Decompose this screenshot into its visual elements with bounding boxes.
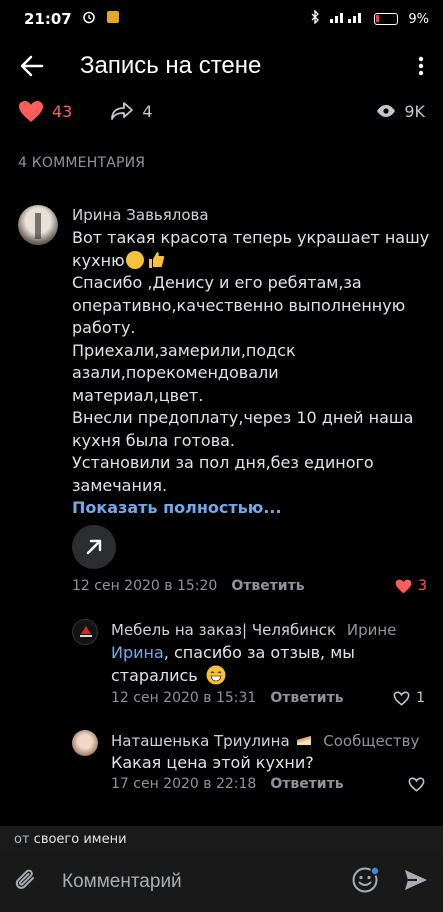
comment-line-with-emoji: кухню [72,250,432,273]
views: 9K [376,102,425,121]
mention-link[interactable]: Ирина [111,643,164,662]
avatar[interactable] [18,205,58,245]
attach-button[interactable] [14,867,38,897]
comment-line: работу. [72,318,136,337]
comment-likes-count: 1 [416,690,425,706]
reply-to[interactable]: Сообществу [323,732,419,750]
reply-button[interactable]: Ответить [231,578,304,594]
shares-count: 4 [142,101,153,121]
author-selector-value: своего имени [33,832,127,847]
comment-likes-count: 3 [418,578,427,594]
comment-line: кухня была готова. [72,430,236,450]
grinning-emoji-icon [206,665,226,685]
comment-meta: 12 сен 2020 в 15:31 Ответить 1 [111,690,425,706]
comment-line: старались [111,665,431,688]
paperclip-icon [15,869,34,889]
send-button[interactable] [403,868,429,896]
star-eyes-emoji-icon [125,250,144,269]
author-selector-prefix: от [14,832,30,847]
comments-count-header: 4 КОММЕНТАРИЯ [18,155,146,171]
likes-count: 43 [52,101,73,121]
comment-line: замечания. [72,475,168,495]
comment-date: 17 сен 2020 в 22:18 [111,776,257,792]
comment-line: Спасибо ,Денису и его ребятам,за [72,273,362,292]
comment-line: кухню [72,250,125,270]
top-bar: Запись на стене [0,38,443,94]
alarm-icon [82,10,96,28]
post-stats: 43 4 9K [0,94,443,128]
comment-line: Приехали,замерили,подск [72,340,296,360]
comment-meta: 17 сен 2020 в 22:18 Ответить [111,776,425,792]
show-more-link[interactable]: Показать полностью... [72,497,432,520]
reply-to[interactable]: Ирине [347,621,397,639]
battery-icon [374,13,399,25]
cake-emoji-icon [296,733,312,747]
comment-body: Ирина, спасибо за отзыв, мы старались [111,642,431,687]
comment-like-button[interactable]: 1 [393,690,425,706]
comment-text: Какая цена этой кухни? [111,753,314,772]
author-selector[interactable]: от своего имени [0,826,443,852]
comment-line: азали,порекомендовали [72,363,279,382]
comment-author[interactable]: Ирина Завьялова [72,206,209,224]
notification-icon [106,10,120,28]
eye-icon [377,105,396,117]
arrow-left-icon [20,55,44,77]
heart-outline-icon [408,777,425,792]
open-attachment-button[interactable] [72,525,116,569]
comment-text: , спасибо за отзыв, мы [163,643,355,662]
smile-icon [352,866,380,893]
status-time: 21:07 [24,10,72,28]
comment-like-button[interactable] [408,777,425,792]
comment-author-line: Наташенька Триулина Сообществу [111,732,419,750]
comment-date: 12 сен 2020 в 15:31 [111,690,257,706]
comment-line: материал,цвет. [72,385,204,405]
views-count: 9K [404,101,425,121]
comment-line: Установили за пол дня,без единого [72,453,374,472]
thumbs-up-emoji-icon [147,251,165,269]
signal-icon [330,10,364,28]
heart-icon [395,579,412,593]
comment-line: Внесли предоплату,через 10 дней наша [72,408,414,427]
comment-author[interactable]: Мебель на заказ| Челябинск [111,621,336,639]
more-options-button[interactable] [399,38,443,94]
comment-date: 12 сен 2020 в 15:20 [72,578,218,594]
comment-composer: Комментарий [0,852,443,912]
comment-like-button[interactable]: 3 [395,578,427,594]
comment-text: старались [111,665,198,685]
heart-icon [19,100,43,122]
avatar[interactable] [72,730,98,756]
more-vertical-icon [418,56,424,76]
emoji-button[interactable] [351,865,381,899]
comment-author-line: Мебель на заказ| Челябинск Ирине [111,621,396,639]
back-button[interactable] [0,38,64,94]
heart-outline-icon [393,691,410,706]
share-icon [111,102,134,120]
comment-line: Ирина, спасибо за отзыв, мы [111,642,431,665]
reply-button[interactable]: Ответить [270,776,343,792]
comment-input[interactable]: Комментарий [62,871,182,893]
like-button[interactable]: 43 [18,100,72,123]
reply-button[interactable]: Ответить [270,690,343,706]
comment-body: Вот такая красота теперь украшает нашу к… [72,227,432,520]
arrow-up-right-icon [86,539,102,555]
avatar[interactable] [72,619,98,645]
status-right: 9% [310,9,429,28]
comment-meta: 12 сен 2020 в 15:20 Ответить 3 [72,578,427,594]
comment-line: Вот такая красота теперь украшает нашу [72,228,430,247]
page-title: Запись на стене [80,52,262,79]
battery-percent: 9% [408,11,429,27]
send-icon [405,870,427,890]
share-button[interactable]: 4 [110,101,153,121]
bluetooth-icon [310,9,320,28]
comment-line: оперативно,качественно выполненную [72,295,406,315]
comment-author[interactable]: Наташенька Триулина [111,732,290,750]
status-bar: 21:07 9% [0,0,443,38]
